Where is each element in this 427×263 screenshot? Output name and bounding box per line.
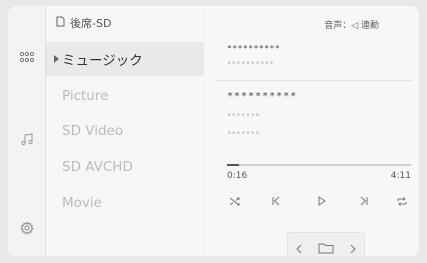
- source-indicator: 後席-SD: [56, 15, 111, 31]
- next-folder-icon[interactable]: [349, 239, 357, 257]
- progress-fill: [227, 164, 239, 166]
- list-item-label: SD AVCHD: [62, 159, 133, 175]
- play-icon[interactable]: [314, 193, 330, 209]
- list-item-sd-video[interactable]: SD Video: [46, 114, 204, 148]
- media-category-list: 後席-SD ミュージック Picture SD Video SD AVCHD M…: [46, 6, 204, 256]
- previous-track-icon[interactable]: [268, 193, 284, 209]
- prev-folder-icon[interactable]: [295, 239, 303, 257]
- track-artist-line: **********: [227, 91, 298, 102]
- list-item-label: SD Video: [62, 123, 124, 139]
- screen: 後席-SD ミュージック Picture SD Video SD AVCHD M…: [8, 6, 419, 256]
- list-item-label: Picture: [62, 88, 109, 104]
- divider: [215, 80, 413, 81]
- shuffle-icon[interactable]: [227, 193, 243, 209]
- audio-output-setting[interactable]: 音声：◁ 連動: [324, 18, 379, 31]
- current-time: 0:16: [227, 171, 248, 181]
- track-album-line: *******: [227, 112, 261, 120]
- selected-arrow-icon: [54, 55, 59, 63]
- next-track-icon[interactable]: [356, 193, 372, 209]
- settings-gear-icon[interactable]: [18, 219, 36, 237]
- source-label: 後席-SD: [70, 17, 112, 30]
- music-note-icon[interactable]: [18, 130, 36, 148]
- total-time: 4:11: [390, 171, 411, 181]
- track-extra-line: *******: [227, 130, 261, 138]
- folder-icon[interactable]: [318, 239, 334, 257]
- repeat-icon[interactable]: [394, 193, 410, 209]
- list-item-picture[interactable]: Picture: [46, 79, 204, 113]
- list-item-movie[interactable]: Movie: [46, 186, 204, 220]
- list-item-music[interactable]: ミュージック: [46, 42, 204, 76]
- sd-card-icon: [56, 16, 65, 30]
- list-item-label: ミュージック: [62, 53, 143, 69]
- playback-progress-bar[interactable]: [227, 164, 411, 166]
- list-item-label: Movie: [62, 195, 102, 211]
- player-panel: 音声：◁ 連動 ********** ********** **********…: [205, 6, 419, 256]
- folder-navigation: [287, 232, 365, 256]
- track-title-line1: **********: [227, 44, 281, 53]
- left-rail: [8, 6, 46, 256]
- grid-menu-icon[interactable]: [18, 48, 36, 66]
- list-item-sd-avchd[interactable]: SD AVCHD: [46, 150, 204, 184]
- track-title-line2: **********: [227, 60, 275, 68]
